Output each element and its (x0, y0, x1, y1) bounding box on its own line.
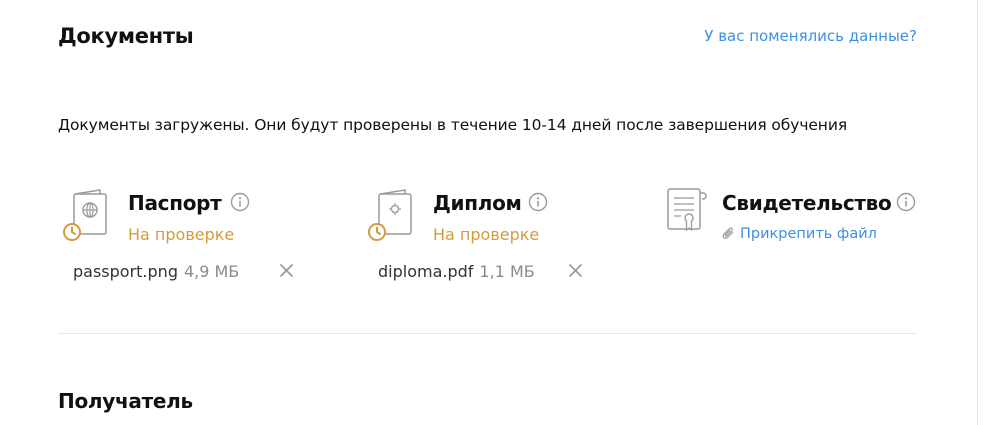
remove-file-icon[interactable] (278, 262, 295, 279)
file-name: diploma.pdf (378, 262, 474, 281)
attach-file-link[interactable]: Прикрепить файл (722, 226, 877, 244)
diploma-file: diploma.pdf 1,1 МБ (378, 262, 535, 281)
file-name: passport.png (73, 262, 178, 281)
passport-title: Паспорт (128, 191, 222, 215)
diploma-title: Диплом (433, 191, 522, 215)
file-size: 1,1 МБ (479, 262, 535, 281)
info-icon[interactable] (230, 192, 250, 212)
page-right-border (977, 0, 978, 425)
info-icon[interactable] (528, 192, 548, 212)
attach-file-label: Прикрепить файл (740, 226, 877, 242)
passport-status: На проверке (128, 225, 235, 244)
section-divider (58, 333, 917, 334)
recipient-title: Получатель (58, 389, 193, 413)
file-size: 4,9 МБ (183, 262, 240, 281)
upload-notice: Документы загружены. Они будут проверены… (58, 116, 848, 134)
certificate-icon (662, 186, 712, 242)
clock-icon (367, 222, 387, 242)
clock-icon (62, 222, 82, 242)
diploma-status: На проверке (433, 225, 540, 244)
certificate-title: Свидетельство (722, 191, 892, 215)
paperclip-icon (722, 226, 735, 244)
remove-file-icon[interactable] (567, 262, 584, 279)
info-icon[interactable] (896, 192, 916, 212)
data-changed-link[interactable]: У вас поменялись данные? (704, 27, 917, 45)
passport-file: passport.png 4,9 МБ (73, 262, 239, 281)
page-title: Документы (58, 24, 194, 48)
